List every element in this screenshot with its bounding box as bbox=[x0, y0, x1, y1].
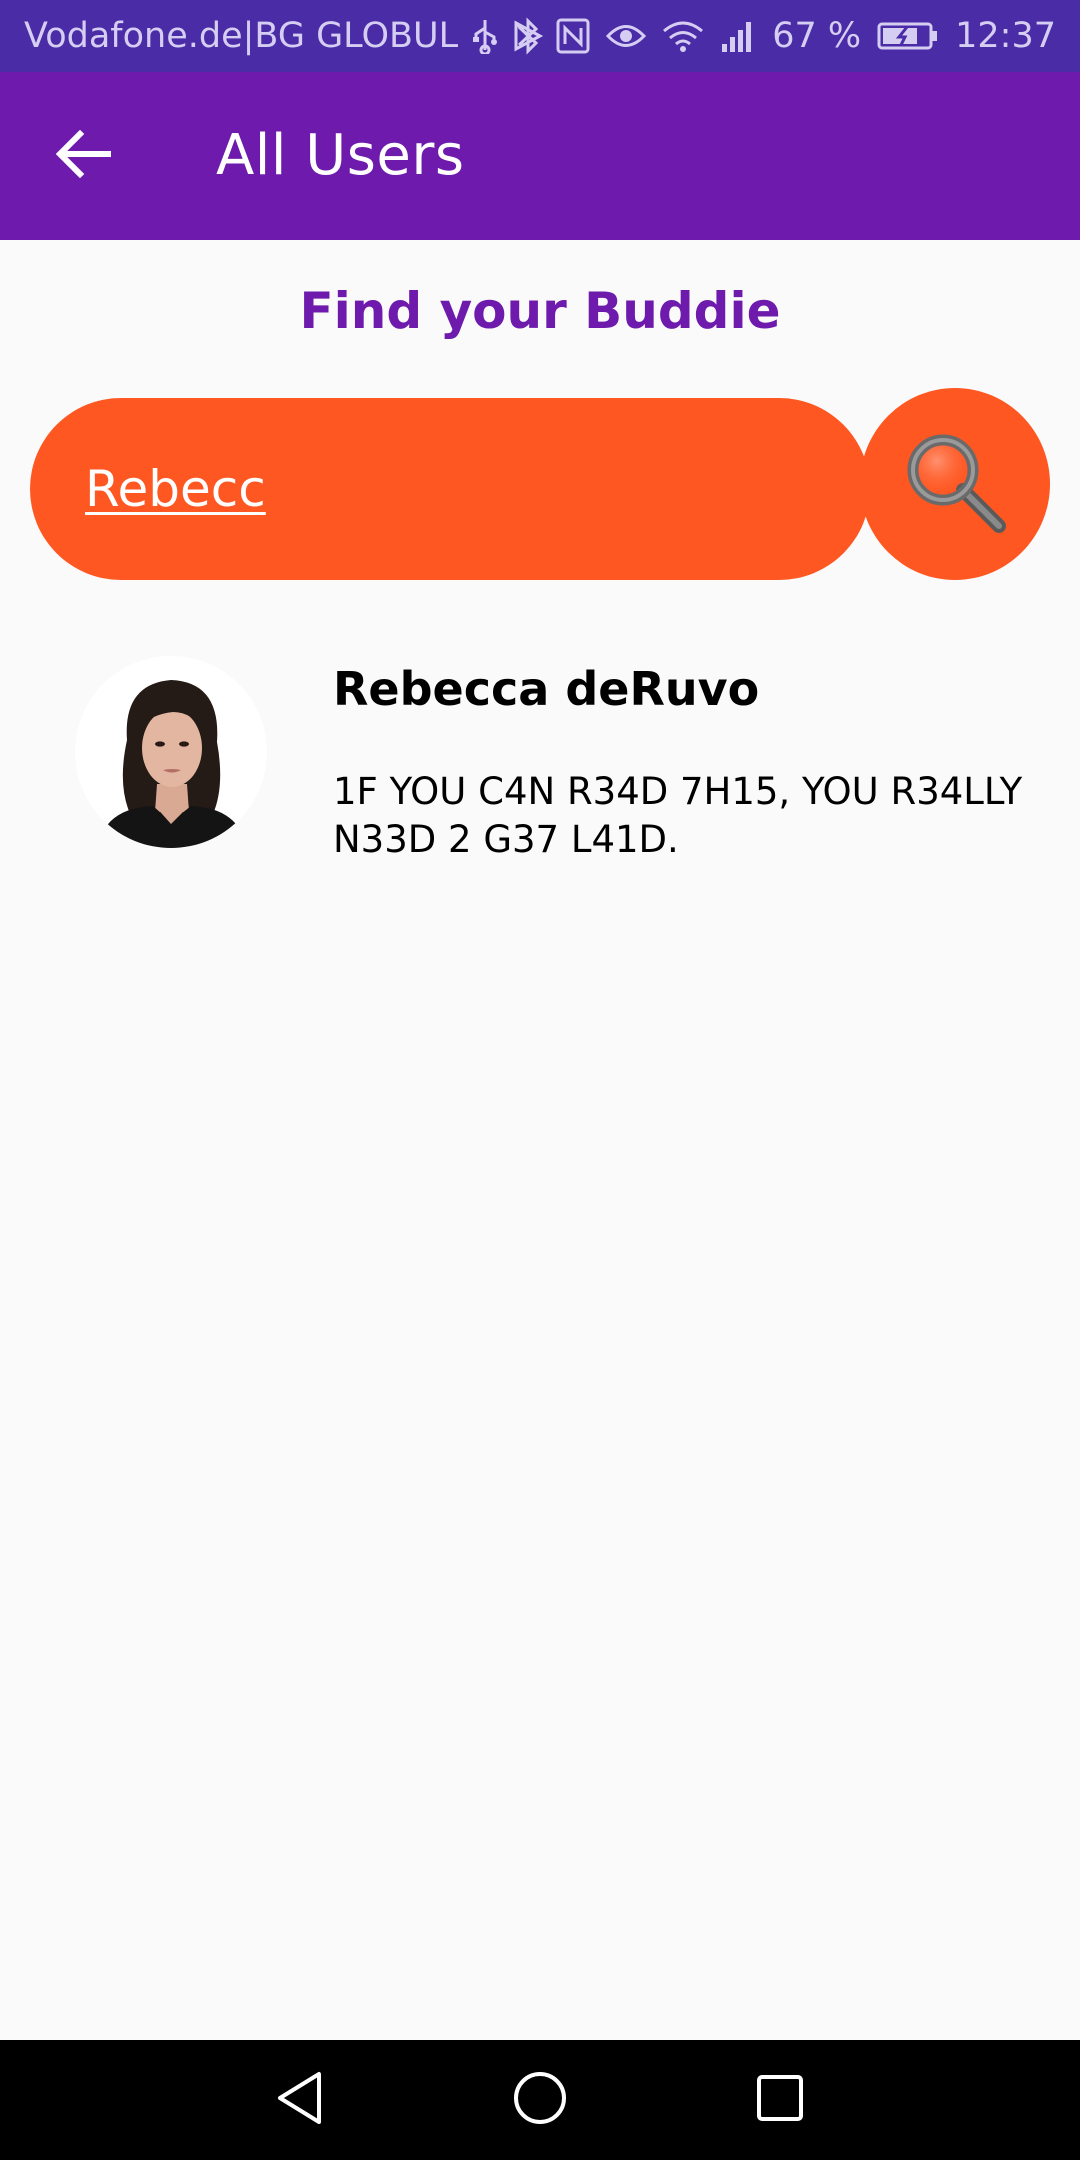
square-recents-icon bbox=[755, 2073, 805, 2128]
nfc-icon bbox=[556, 18, 590, 54]
nav-home-button[interactable] bbox=[470, 2040, 610, 2160]
status-bar: Vodafone.de|BG GLOBUL 67 % 12:37 bbox=[0, 0, 1080, 72]
usb-icon bbox=[472, 18, 498, 54]
carrier-label: Vodafone.de|BG GLOBUL bbox=[24, 16, 459, 56]
user-name: Rebecca deRuvo bbox=[333, 662, 760, 716]
find-heading: Find your Buddie bbox=[299, 282, 781, 340]
triangle-back-icon bbox=[275, 2070, 325, 2131]
page-title: All Users bbox=[216, 123, 465, 188]
nav-recents-button[interactable] bbox=[710, 2040, 850, 2160]
app-bar: All Users bbox=[0, 72, 1080, 240]
battery-percent: 67 % bbox=[772, 16, 862, 56]
wifi-icon bbox=[662, 19, 704, 53]
search-button[interactable] bbox=[860, 388, 1050, 580]
nav-back-button[interactable] bbox=[230, 2040, 370, 2160]
screen: Vodafone.de|BG GLOBUL 67 % 12:37 All Use… bbox=[0, 0, 1080, 2160]
status-left: Vodafone.de|BG GLOBUL bbox=[24, 0, 544, 72]
search-input[interactable]: Rebecc bbox=[30, 398, 870, 580]
status-right: 67 % 12:37 bbox=[516, 0, 1056, 72]
arrow-back-icon bbox=[55, 129, 112, 183]
bluetooth-icon bbox=[516, 17, 540, 55]
navigation-bar bbox=[0, 2040, 1080, 2160]
user-status: 1F YOU C4N R34D 7H15, YOU R34LLY N33D 2 … bbox=[333, 770, 1023, 861]
list-item[interactable]: Rebecca deRuvo 1F YOU C4N R34D 7H15, YOU… bbox=[0, 650, 1080, 880]
eye-icon bbox=[606, 21, 647, 51]
search-input-value: Rebecc bbox=[85, 460, 266, 518]
battery-icon bbox=[877, 21, 939, 51]
circle-home-icon bbox=[512, 2070, 568, 2131]
clock: 12:37 bbox=[955, 16, 1056, 56]
avatar bbox=[75, 656, 267, 848]
back-button[interactable] bbox=[36, 108, 132, 204]
magnifier-icon bbox=[895, 422, 1015, 547]
signal-icon bbox=[720, 18, 756, 54]
